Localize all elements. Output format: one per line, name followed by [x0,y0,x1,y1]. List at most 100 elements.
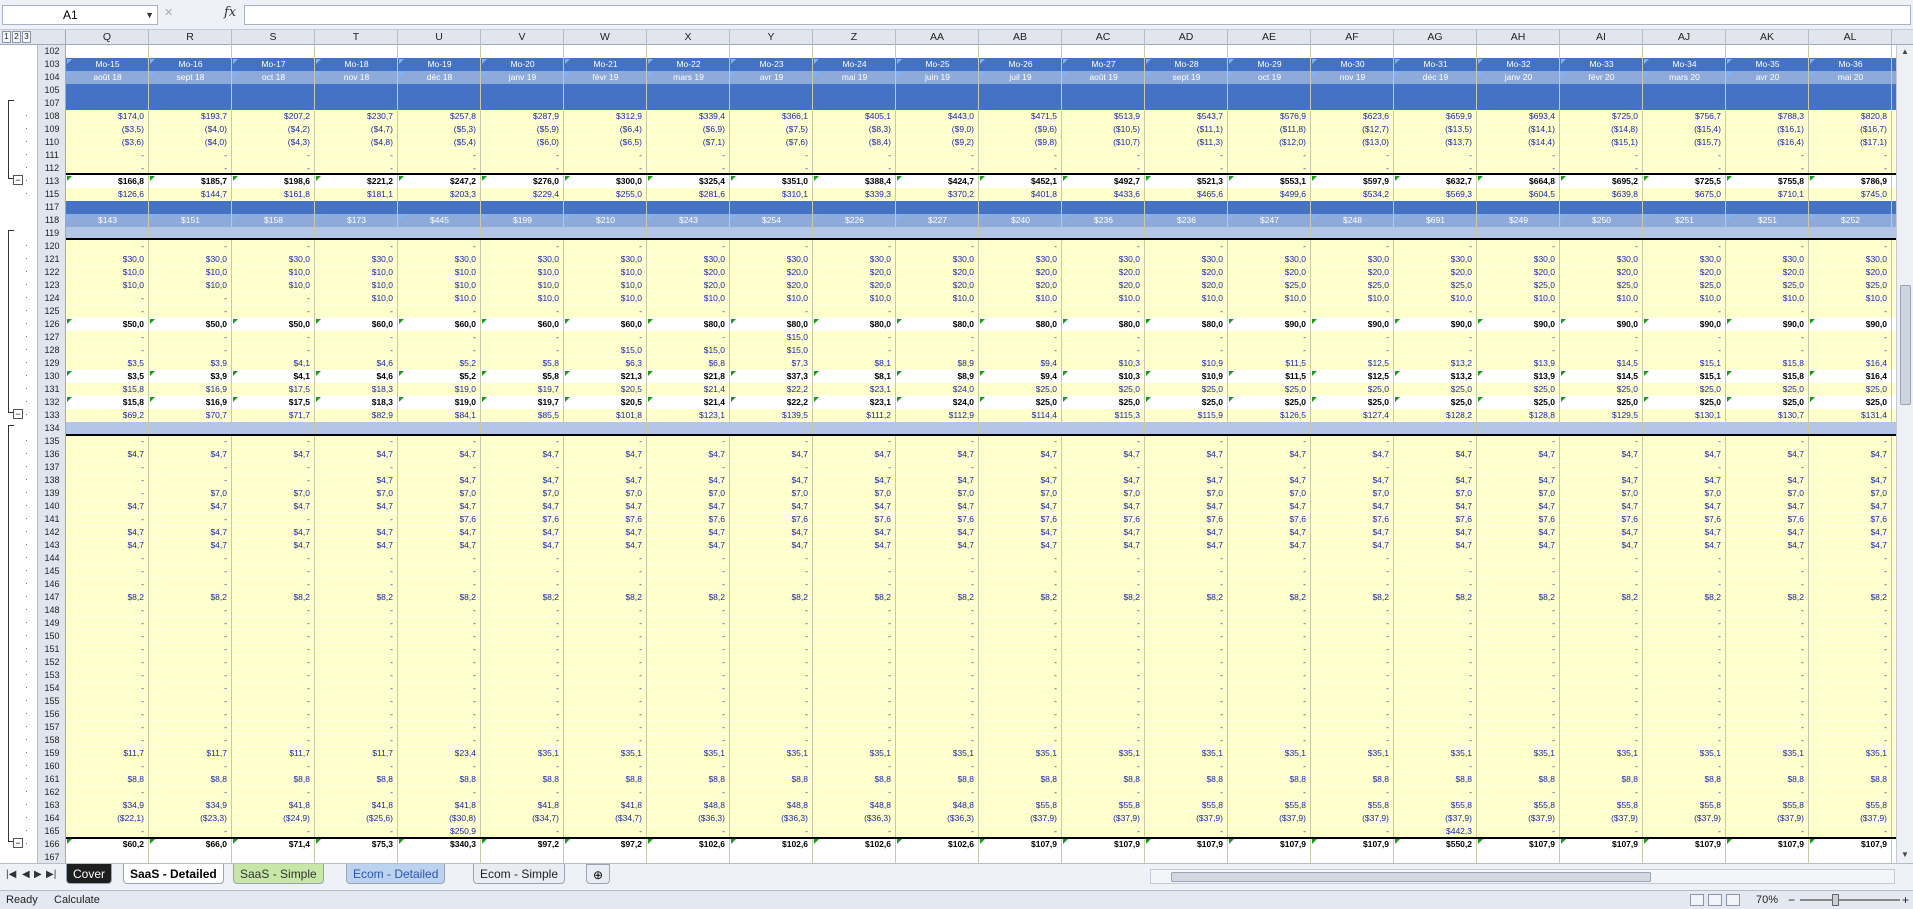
cell[interactable]: - [564,240,647,253]
cell[interactable]: $659,9 [1394,110,1477,123]
cell[interactable]: $7,6 [1643,513,1726,526]
cell[interactable]: $4,7 [564,448,647,461]
cell[interactable]: Mo-15 [66,58,149,71]
cell[interactable]: - [66,487,149,500]
cell[interactable]: $126,6 [66,188,149,201]
cell[interactable]: $90,0 [1311,318,1394,331]
cell[interactable]: $4,7 [1809,448,1892,461]
cell[interactable]: - [1062,149,1145,162]
cell[interactable]: - [979,682,1062,695]
cell[interactable]: $370,2 [896,188,979,201]
cell[interactable]: ($16,1) [1726,123,1809,136]
cell[interactable]: $8,2 [1560,591,1643,604]
cell[interactable]: $161,8 [232,188,315,201]
cell[interactable]: ($34,7) [564,812,647,825]
cell[interactable]: $4,7 [1560,539,1643,552]
cell[interactable]: - [1228,656,1311,669]
cell[interactable]: - [398,630,481,643]
cell[interactable]: $4,7 [149,500,232,513]
cell[interactable]: $664,8 [1477,175,1560,188]
cell[interactable]: - [813,149,896,162]
cell[interactable]: - [979,240,1062,253]
cell[interactable]: - [232,695,315,708]
cell[interactable]: - [564,669,647,682]
cell[interactable]: $4,7 [315,539,398,552]
cell[interactable]: - [481,708,564,721]
cell[interactable]: $4,7 [1394,448,1477,461]
cell[interactable]: $4,7 [979,500,1062,513]
cell[interactable]: $139,5 [730,409,813,422]
cell[interactable]: - [1145,617,1228,630]
cell[interactable]: - [1145,656,1228,669]
cell[interactable]: $4,7 [398,474,481,487]
column-header[interactable]: X [647,30,730,45]
cell[interactable]: $90,0 [1809,318,1892,331]
cell[interactable]: ($4,2) [232,123,315,136]
column-header[interactable]: Y [730,30,813,45]
cell[interactable]: - [1311,734,1394,747]
cell[interactable]: - [1477,617,1560,630]
cell[interactable]: - [730,669,813,682]
cell[interactable]: $20,0 [647,266,730,279]
cell[interactable]: $325,4 [647,175,730,188]
cell[interactable]: - [647,435,730,448]
cell[interactable]: $576,9 [1228,110,1311,123]
cell[interactable]: $10,0 [896,292,979,305]
cell[interactable]: Mo-26 [979,58,1062,71]
cell[interactable]: - [149,682,232,695]
cell[interactable]: $4,7 [1394,500,1477,513]
cell[interactable]: $10,0 [813,292,896,305]
cell[interactable]: $339,4 [647,110,730,123]
cell[interactable]: - [730,240,813,253]
cell[interactable]: - [481,578,564,591]
cell[interactable]: $4,6 [315,370,398,383]
cell[interactable]: $452,1 [979,175,1062,188]
cell[interactable]: $13,2 [1394,370,1477,383]
cell[interactable]: $25,0 [1809,396,1892,409]
cell[interactable]: $7,6 [1477,513,1560,526]
cell[interactable]: - [1809,149,1892,162]
cell[interactable]: $4,7 [66,500,149,513]
cell[interactable]: $10,0 [1062,292,1145,305]
cell[interactable]: - [1394,435,1477,448]
cell[interactable]: - [315,461,398,474]
cell[interactable]: $35,1 [1228,747,1311,760]
cell[interactable]: - [232,474,315,487]
cell[interactable]: - [149,292,232,305]
cell[interactable]: $236 [1062,214,1145,227]
cell[interactable]: $7,6 [1726,513,1809,526]
cell[interactable]: - [813,734,896,747]
page-break-view-icon[interactable] [1726,894,1740,906]
cell[interactable]: - [896,630,979,643]
cell[interactable]: $203,3 [398,188,481,201]
cell[interactable]: $35,1 [1643,747,1726,760]
cell[interactable]: - [66,656,149,669]
cell[interactable]: $30,0 [1394,253,1477,266]
status-calculate[interactable]: Calculate [54,891,100,909]
cell[interactable]: $604,5 [1477,188,1560,201]
cell[interactable]: $405,1 [813,110,896,123]
cell[interactable]: - [398,669,481,682]
cell[interactable]: $25,0 [1726,396,1809,409]
cell[interactable]: - [813,604,896,617]
cell[interactable]: $10,9 [1145,370,1228,383]
cell[interactable]: - [979,630,1062,643]
cell[interactable]: - [66,552,149,565]
cell[interactable]: $181,1 [315,188,398,201]
cell[interactable]: - [398,760,481,773]
cell[interactable]: $11,5 [1228,370,1311,383]
cell[interactable]: $10,0 [481,292,564,305]
cell[interactable]: $71,4 [232,838,315,851]
cell[interactable]: ($5,3) [398,123,481,136]
row-number[interactable]: 163 [38,799,66,812]
cell[interactable]: ($9,8) [979,136,1062,149]
cell[interactable]: $90,0 [1726,318,1809,331]
cell[interactable]: $60,2 [66,838,149,851]
cell[interactable]: $35,1 [979,747,1062,760]
cell[interactable]: - [979,669,1062,682]
cell[interactable]: - [1643,695,1726,708]
cell[interactable]: $25,0 [1394,383,1477,396]
cell[interactable]: - [1228,578,1311,591]
cell[interactable]: $35,1 [813,747,896,760]
cell[interactable]: - [232,552,315,565]
